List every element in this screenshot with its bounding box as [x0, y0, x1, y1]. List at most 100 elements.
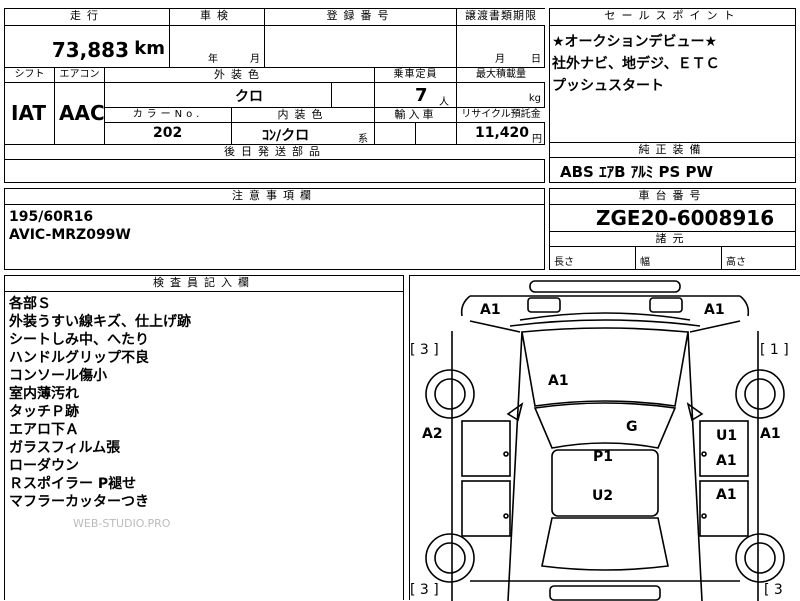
damage-windshield: G	[626, 419, 638, 435]
bracket-left-bottom: [ 3 ]	[410, 582, 439, 598]
sales-points-header: セールスポイント	[550, 9, 795, 26]
caution-panel: 注意事項欄 195/60R16 AVIC-MRZ099W	[4, 188, 545, 270]
mileage-unit: km	[134, 38, 165, 59]
registration-header: 登録番号	[265, 9, 457, 26]
width-label: 幅	[640, 257, 650, 268]
exterior-header: 外装色	[105, 68, 375, 83]
damage-roof: P1	[593, 449, 614, 465]
import-header: 輸入車	[375, 108, 457, 123]
damage-front-left: A1	[480, 302, 501, 318]
height-cell: 高さ	[722, 247, 795, 269]
car-diagram-panel: A1 A1 [ 3 ] [ 1 ] A1 G P1 U2 A2 A1 U1 A1…	[409, 275, 800, 601]
note-item: 外装うすい線キズ、仕上げ跡	[9, 314, 191, 330]
ac-cell: AAC	[55, 83, 105, 145]
specs-header: 諸元	[550, 231, 795, 247]
damage-right-edge: A1	[760, 426, 781, 442]
note-item: エアロ下Ａ	[9, 422, 79, 438]
later-parts-header: 後日発送部品	[5, 145, 545, 160]
shift-value: IAT	[11, 101, 47, 125]
recycle-value: 11,420	[474, 125, 529, 141]
sales-point-line-1: ★オークションデビュー★	[552, 34, 718, 50]
color-no-cell: 202	[105, 123, 232, 145]
bracket-left-top: [ 3 ]	[410, 342, 439, 358]
exterior-color-value: クロ	[235, 89, 263, 105]
interior-header: 内装色	[232, 108, 375, 123]
length-cell: 長さ	[550, 247, 636, 269]
chassis-panel: 車台番号 ZGE20-6008916 諸元 長さ 幅 高さ	[549, 188, 796, 270]
note-item: マフラーカッターつき	[9, 494, 149, 510]
equipment-header: 純正装備	[550, 143, 795, 158]
inspection-cell: 年 月	[170, 26, 265, 68]
ac-value: AAC	[59, 101, 105, 125]
mileage-cell: 73,883 km	[5, 26, 170, 68]
exterior-extra-cell	[332, 83, 375, 108]
sales-point-line-3: プッシュスタート	[552, 78, 664, 94]
car-outline-drawing	[425, 280, 785, 601]
interior-color-value: ｺﾝ/クロ	[262, 128, 310, 144]
height-label: 高さ	[726, 257, 746, 268]
bracket-right-bottom: [ 3	[764, 582, 783, 598]
maxload-cell: kg	[457, 83, 545, 108]
mileage-value: 73,883	[51, 38, 129, 62]
recycle-cell: 11,420 円	[457, 123, 545, 145]
maxload-unit: kg	[528, 93, 541, 104]
note-item: ハンドルグリップ不良	[9, 350, 149, 366]
ac-header: エアコン	[55, 68, 105, 83]
note-item: ガラスフィルム張	[9, 440, 121, 456]
note-item: ローダウン	[9, 458, 79, 474]
caution-line-2: AVIC-MRZ099W	[9, 227, 131, 243]
later-parts-cell	[5, 160, 545, 183]
inspector-notes-list: 各部Ｓ 外装うすい線キズ、仕上げ跡 シートしみ中、へたり ハンドルグリップ不良 …	[9, 295, 191, 511]
color-no-header: カラーNo.	[105, 108, 232, 123]
note-item: タッチＰ跡	[9, 404, 79, 420]
damage-right-a1-lower: A1	[716, 487, 737, 503]
watermark: WEB-STUDIO.PRO	[73, 517, 171, 530]
note-item: コンソール傷小	[9, 368, 107, 384]
chassis-header: 車台番号	[550, 189, 795, 205]
sales-points-panel: セールスポイント ★オークションデビュー★ 社外ナビ、地デジ、ＥＴＣ プッシュス…	[549, 8, 796, 143]
inspector-notes-panel: 検査員記入欄 各部Ｓ 外装うすい線キズ、仕上げ跡 シートしみ中、へたり ハンドル…	[4, 275, 404, 600]
seats-cell: 7 人	[375, 83, 457, 108]
seats-unit: 人	[439, 97, 449, 108]
mileage-header: 走行	[5, 9, 170, 26]
transfer-day-label: 日	[531, 54, 541, 65]
note-item: 室内薄汚れ	[9, 386, 79, 402]
inspector-header: 検査員記入欄	[5, 276, 403, 292]
damage-rear-roof: U2	[592, 488, 614, 504]
damage-left-door: A2	[422, 426, 443, 442]
damage-hood: A1	[548, 373, 569, 389]
recycle-header: リサイクル預託金	[457, 108, 545, 123]
bracket-right-top: [ 1 ]	[760, 342, 789, 358]
damage-front-right: A1	[704, 302, 725, 318]
registration-cell	[265, 26, 457, 68]
import-cell-b	[416, 123, 457, 145]
width-cell: 幅	[636, 247, 722, 269]
shift-cell: IAT	[5, 83, 55, 145]
import-cell-a	[375, 123, 416, 145]
interior-suffix: 系	[358, 134, 368, 145]
exterior-value-cell: クロ	[105, 83, 332, 108]
inspection-month-label: 月	[250, 54, 260, 65]
inspection-header: 車検	[170, 9, 265, 26]
transfer-month-label: 月	[495, 54, 505, 65]
seats-value: 7	[415, 85, 428, 106]
damage-right-u1: U1	[716, 428, 738, 444]
note-item: シートしみ中、へたり	[9, 332, 149, 348]
transfer-header: 譲渡書類期限	[457, 9, 545, 26]
length-label: 長さ	[554, 257, 574, 268]
note-item: Ｒスポイラー P褪せ	[9, 476, 137, 492]
seats-header: 乗車定員	[375, 68, 457, 83]
maxload-header: 最大積載量	[457, 68, 545, 83]
interior-cell: ｺﾝ/クロ 系	[232, 123, 375, 145]
chassis-number: ZGE20-6008916	[596, 206, 775, 230]
caution-line-1: 195/60R16	[9, 209, 94, 225]
color-no-value: 202	[153, 125, 183, 141]
shift-header: シフト	[5, 68, 55, 83]
note-item: 各部Ｓ	[9, 296, 51, 312]
equipment-panel: 純正装備 ABS ｴｱB ｱﾙﾐ PS PW	[549, 142, 796, 183]
inspection-year-label: 年	[208, 54, 218, 65]
caution-header: 注意事項欄	[5, 189, 544, 205]
transfer-cell: 月 日	[457, 26, 545, 68]
damage-right-a1-upper: A1	[716, 453, 737, 469]
recycle-unit: 円	[532, 134, 542, 145]
